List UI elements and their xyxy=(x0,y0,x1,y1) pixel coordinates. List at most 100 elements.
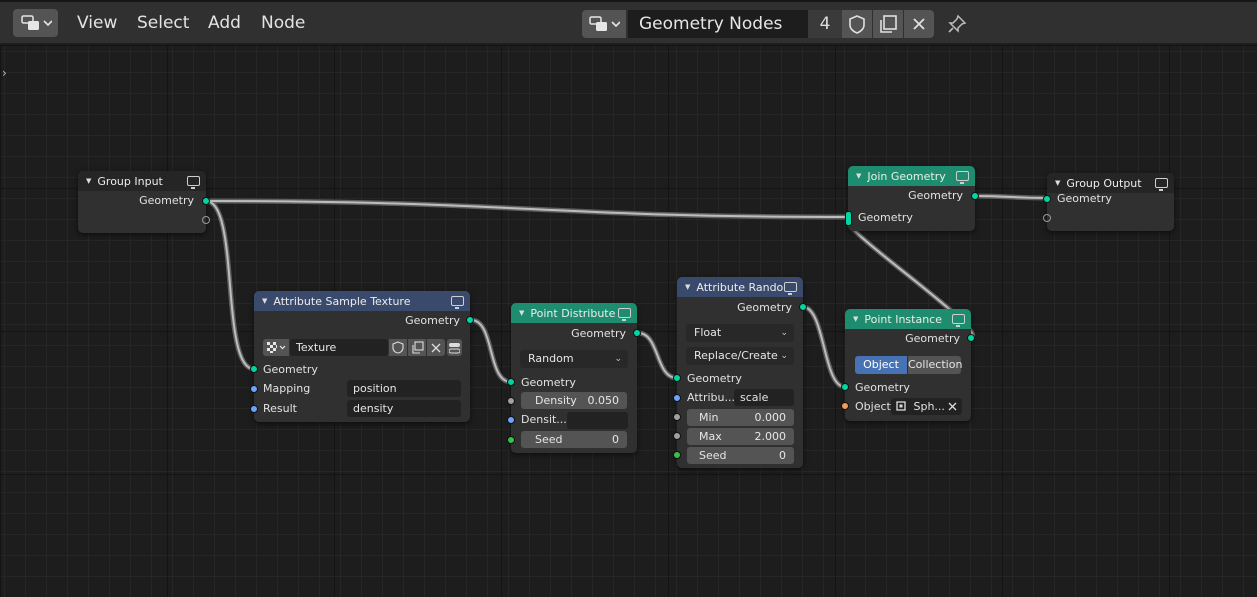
monitor-icon[interactable] xyxy=(952,314,965,327)
density-socket[interactable] xyxy=(507,397,515,405)
node-header[interactable]: ▼ Group Output xyxy=(1047,173,1174,193)
pin-button[interactable] xyxy=(942,10,972,38)
monitor-icon[interactable] xyxy=(1155,178,1168,191)
menu-node[interactable]: Node xyxy=(261,13,305,33)
fake-user-button[interactable] xyxy=(389,339,407,356)
node-header[interactable]: ▼ Point Instance xyxy=(845,309,971,329)
max-socket[interactable] xyxy=(673,432,681,440)
menu-view[interactable]: View xyxy=(77,13,117,33)
close-icon[interactable] xyxy=(948,402,957,411)
node-title: Attribute Sample Texture xyxy=(273,294,411,308)
input-geometry-socket[interactable] xyxy=(507,378,515,386)
density-attribute-label: Densit... xyxy=(521,413,567,426)
object-socket[interactable] xyxy=(841,402,849,410)
operation-dropdown[interactable]: Replace/Create ⌄ xyxy=(686,347,794,365)
group-input-node[interactable]: ▼ Group Input Geometry xyxy=(78,171,210,233)
node-header[interactable]: ▼ Point Distribute xyxy=(511,303,637,323)
texture-properties-button[interactable] xyxy=(447,339,462,356)
monitor-icon[interactable] xyxy=(187,176,200,189)
node-title: Join Geometry xyxy=(867,169,946,183)
monitor-icon[interactable] xyxy=(451,296,464,309)
input-geometry-socket[interactable] xyxy=(673,374,681,382)
input-geometry-socket[interactable] xyxy=(1043,195,1051,203)
attribute-socket[interactable] xyxy=(673,394,681,402)
output-geometry-socket[interactable] xyxy=(466,316,474,324)
attribute-sample-texture-node[interactable]: ▼ Attribute Sample Texture Geometry Text… xyxy=(250,291,474,422)
node-header[interactable]: ▼ Join Geometry xyxy=(848,166,975,186)
data-type-dropdown[interactable]: Float ⌄ xyxy=(686,324,794,342)
monitor-icon[interactable] xyxy=(784,282,797,295)
output-geometry-socket[interactable] xyxy=(967,334,975,342)
collapse-arrow-icon[interactable]: ▼ xyxy=(519,309,524,317)
input-geometry-socket[interactable] xyxy=(250,365,258,373)
user-count-button[interactable]: 4 xyxy=(808,10,842,38)
node-title: Point Instance xyxy=(864,312,942,326)
menu-add[interactable]: Add xyxy=(208,13,241,33)
attribute-randomize-node[interactable]: ▼ Attribute Rando... Geometry Float ⌄ Re… xyxy=(673,277,807,468)
point-distribute-node[interactable]: ▼ Point Distribute Geometry Random ⌄ Geo… xyxy=(507,303,641,453)
node-header[interactable]: ▼ Attribute Rando... xyxy=(677,277,803,297)
editor-type-button[interactable] xyxy=(13,9,58,37)
mapping-socket[interactable] xyxy=(250,385,258,393)
result-socket[interactable] xyxy=(250,405,258,413)
output-geometry-label: Geometry xyxy=(571,327,626,340)
area-divider xyxy=(0,0,1257,2)
join-geometry-node[interactable]: ▼ Join Geometry Geometry Geometry xyxy=(845,166,979,231)
density-field[interactable]: Density 0.050 xyxy=(521,392,627,409)
output-geometry-socket[interactable] xyxy=(202,197,210,205)
min-field[interactable]: Min 0.000 xyxy=(687,409,794,426)
collapse-arrow-icon[interactable]: ▼ xyxy=(856,172,861,180)
duplicate-button[interactable] xyxy=(873,10,903,38)
density-attribute-socket[interactable] xyxy=(507,416,515,424)
mapping-attribute-field[interactable]: position xyxy=(347,380,461,397)
monitor-icon[interactable] xyxy=(618,308,631,321)
menu-select[interactable]: Select xyxy=(137,13,189,33)
distribute-mode-value: Random xyxy=(528,352,574,365)
node-title: Group Output xyxy=(1066,176,1142,190)
empty-input-socket[interactable] xyxy=(1043,214,1051,222)
unlink-texture-button[interactable] xyxy=(427,339,445,356)
node-title: Point Distribute xyxy=(530,306,616,320)
unlink-button[interactable] xyxy=(904,10,934,38)
seed-field[interactable]: Seed 0 xyxy=(521,431,627,448)
output-geometry-socket[interactable] xyxy=(633,329,641,337)
monitor-icon[interactable] xyxy=(956,171,969,184)
browse-texture-button[interactable] xyxy=(263,339,289,356)
point-instance-node[interactable]: ▼ Point Instance Geometry Object Collect… xyxy=(841,309,975,421)
node-header[interactable]: ▼ Attribute Sample Texture xyxy=(254,291,470,311)
object-field[interactable]: Sph... xyxy=(891,398,962,415)
input-geometry-socket[interactable] xyxy=(841,383,849,391)
empty-output-socket[interactable] xyxy=(202,216,210,224)
collapse-arrow-icon[interactable]: ▼ xyxy=(262,297,267,305)
texture-name-field[interactable]: Texture xyxy=(290,339,388,356)
shield-icon xyxy=(392,341,404,354)
duplicate-icon xyxy=(880,15,897,33)
output-geometry-socket[interactable] xyxy=(799,303,807,311)
min-socket[interactable] xyxy=(673,413,681,421)
multi-input-geometry-socket[interactable] xyxy=(845,211,852,226)
result-attribute-field[interactable]: density xyxy=(347,400,461,417)
sidebar-toggle-chevron-icon[interactable]: › xyxy=(2,66,7,80)
seed-field[interactable]: Seed 0 xyxy=(687,447,794,464)
instance-type-collection-toggle[interactable]: Collection xyxy=(908,356,962,374)
browse-node-tree-button[interactable] xyxy=(582,10,626,38)
output-geometry-socket[interactable] xyxy=(971,192,979,200)
seed-socket[interactable] xyxy=(673,451,681,459)
instance-type-object-toggle[interactable]: Object xyxy=(855,356,907,374)
collapse-arrow-icon[interactable]: ▼ xyxy=(853,315,858,323)
density-value: 0.050 xyxy=(587,394,620,407)
density-attribute-field[interactable] xyxy=(567,412,628,429)
collapse-arrow-icon[interactable]: ▼ xyxy=(1055,179,1060,187)
fake-user-button[interactable] xyxy=(842,10,872,38)
result-label: Result xyxy=(263,402,297,415)
collapse-arrow-icon[interactable]: ▼ xyxy=(685,283,690,291)
node-header[interactable]: ▼ Group Input xyxy=(78,171,206,191)
group-output-node[interactable]: ▼ Group Output Geometry xyxy=(1043,173,1174,231)
max-field[interactable]: Max 2.000 xyxy=(687,428,794,445)
node-tree-name-field[interactable]: Geometry Nodes xyxy=(628,10,808,38)
attribute-name-field[interactable]: scale xyxy=(734,389,794,406)
duplicate-texture-button[interactable] xyxy=(408,339,426,356)
seed-socket[interactable] xyxy=(507,436,515,444)
distribute-mode-dropdown[interactable]: Random ⌄ xyxy=(520,350,628,368)
collapse-arrow-icon[interactable]: ▼ xyxy=(86,177,91,185)
